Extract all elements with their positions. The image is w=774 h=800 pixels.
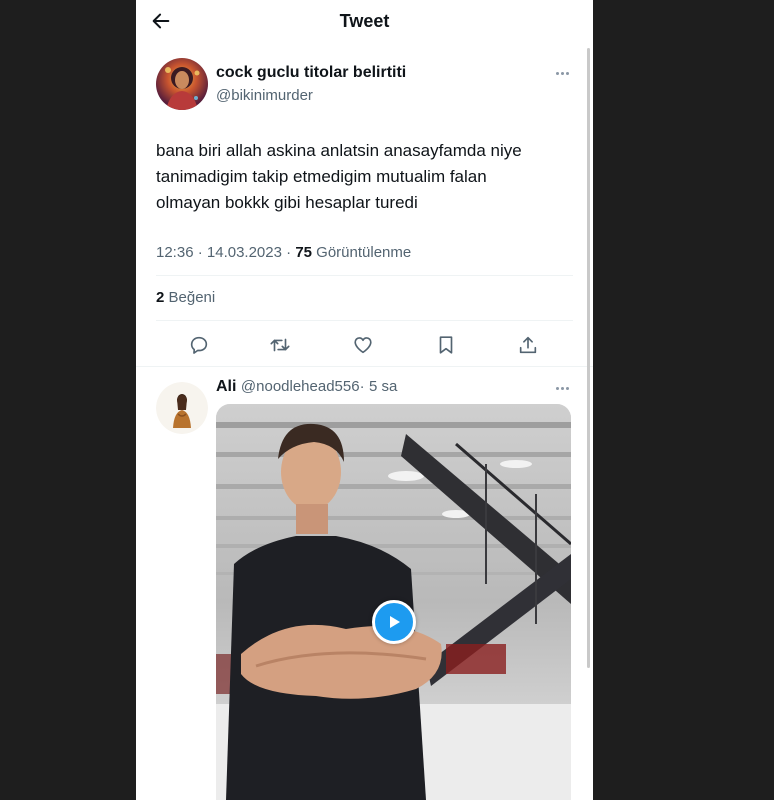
tweet-more-button[interactable]	[552, 66, 572, 80]
avatar-image	[165, 67, 200, 110]
divider	[156, 275, 573, 276]
tweet-screen: Tweet cock guclu titolar belirtiti @biki…	[136, 0, 593, 800]
more-dot-icon	[560, 71, 564, 75]
reply-header: Ali @noodlehead556· 5 sa	[216, 378, 397, 396]
more-dot-icon	[565, 386, 569, 390]
retweet-button[interactable]	[265, 330, 295, 360]
right-backdrop	[593, 0, 774, 800]
meta-separator: ·	[197, 244, 203, 261]
reply-author-name[interactable]: Ali	[216, 378, 236, 395]
divider	[156, 320, 573, 321]
likes-count: 2	[156, 289, 165, 306]
author-avatar[interactable]	[156, 58, 208, 110]
tweet-text-line: olmayan bokkk gibi hesaplar turedi	[156, 193, 418, 212]
reply-button[interactable]	[184, 330, 214, 360]
action-bar	[136, 330, 593, 360]
tweet-text-line: tanimadigim takip etmedigim mutualim fal…	[156, 167, 487, 186]
page-title: Tweet	[339, 11, 390, 31]
reply-avatar[interactable]	[156, 382, 208, 434]
share-button[interactable]	[513, 330, 543, 360]
likes-link[interactable]: 2 Beğeni	[156, 289, 215, 306]
more-dot-icon	[555, 386, 559, 390]
reply-more-button[interactable]	[552, 381, 572, 395]
more-dot-icon	[565, 71, 569, 75]
meta-separator: ·	[286, 244, 292, 261]
like-button[interactable]	[348, 330, 378, 360]
divider	[136, 366, 593, 367]
reply-author-handle[interactable]: @noodlehead556	[241, 378, 360, 395]
meta-separator: ·	[359, 378, 365, 395]
tweet-text-line: bana biri allah askina anlatsin anasayfa…	[156, 141, 522, 160]
author-name[interactable]: cock guclu titolar belirtiti	[216, 64, 406, 82]
share-icon	[519, 336, 537, 354]
avatar-image	[156, 382, 208, 434]
views-label: Görüntülenme	[316, 244, 412, 261]
tweet-text: bana biri allah askina anlatsin anasayfa…	[156, 138, 576, 216]
more-dot-icon	[560, 386, 564, 390]
tweet-time[interactable]: 12:36	[156, 244, 194, 261]
heart-icon	[354, 337, 372, 354]
bookmark-button[interactable]	[431, 330, 461, 360]
reply-time[interactable]: 5 sa	[369, 378, 397, 395]
bookmark-icon	[439, 336, 453, 354]
play-icon	[390, 616, 400, 628]
left-backdrop	[0, 0, 136, 800]
likes-label: Beğeni	[168, 289, 216, 306]
retweet-icon	[270, 338, 290, 352]
tweet-date[interactable]: 14.03.2023	[207, 244, 282, 261]
views-count: 75	[295, 244, 312, 261]
more-dot-icon	[555, 71, 559, 75]
tweet-meta: 12:36 · 14.03.2023 · 75 Görüntülenme	[156, 244, 411, 261]
author-handle[interactable]: @bikinimurder	[216, 87, 313, 104]
scrollbar[interactable]	[587, 48, 590, 668]
comment-icon	[190, 336, 208, 354]
play-button[interactable]	[372, 600, 416, 644]
top-bar: Tweet	[136, 0, 593, 44]
